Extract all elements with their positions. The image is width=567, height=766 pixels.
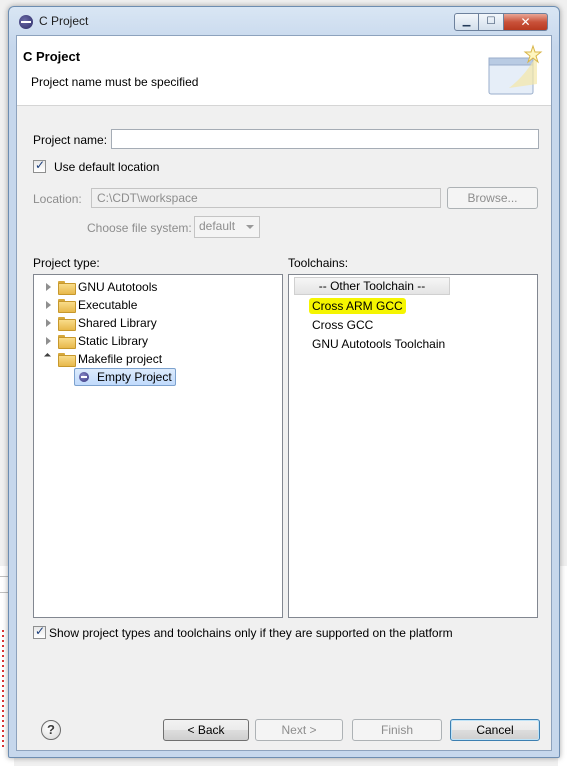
tree-item-makefile-project[interactable]: Makefile project [34, 350, 282, 368]
use-default-location-label: Use default location [54, 160, 160, 174]
eclipse-app-icon [19, 15, 33, 29]
tree-item-gnu-autotools[interactable]: GNU Autotools [34, 278, 282, 296]
maximize-button[interactable]: ☐ [479, 13, 504, 31]
show-supported-label: Show project types and toolchains only i… [49, 626, 453, 640]
show-supported-checkbox[interactable] [33, 624, 46, 639]
collapse-arrow-icon[interactable] [43, 352, 52, 361]
use-default-location-checkbox[interactable] [33, 158, 46, 173]
next-button[interactable]: Next > [255, 719, 343, 741]
dialog-client-area: C Project Project name must be specified… [16, 35, 552, 751]
project-name-input[interactable] [111, 129, 539, 149]
expand-arrow-icon[interactable] [46, 301, 51, 309]
tree-item-label: Shared Library [78, 316, 157, 330]
cancel-button[interactable]: Cancel [450, 719, 540, 741]
expand-arrow-icon[interactable] [46, 283, 51, 291]
expand-arrow-icon[interactable] [46, 319, 51, 327]
tree-item-static-library[interactable]: Static Library [34, 332, 282, 350]
folder-icon [58, 353, 76, 367]
project-type-label: Project type: [33, 256, 100, 270]
project-name-label: Project name: [33, 133, 108, 147]
choose-file-system-label: Choose file system: [87, 221, 192, 235]
tree-item-label: Executable [78, 298, 138, 312]
tree-item-label: GNU Autotools [78, 280, 158, 294]
toolchain-item-cross-arm-gcc[interactable]: Cross ARM GCC [309, 298, 406, 314]
file-system-value: default [199, 219, 236, 233]
tree-item-executable[interactable]: Executable [34, 296, 282, 314]
tree-item-label: Makefile project [78, 352, 163, 366]
minimize-button[interactable]: ▁ [454, 13, 479, 31]
back-button[interactable]: < Back [163, 719, 249, 741]
wizard-message: Project name must be specified [31, 75, 199, 89]
tree-item-empty-project[interactable]: Empty Project [34, 368, 282, 386]
toolchain-item-gnu-autotools[interactable]: GNU Autotools Toolchain [312, 337, 445, 351]
folder-icon [58, 281, 76, 295]
tree-item-label: Static Library [78, 334, 149, 348]
finish-button[interactable]: Finish [352, 719, 442, 741]
folder-icon [58, 335, 76, 349]
location-label: Location: [33, 192, 82, 206]
chevron-down-icon [246, 225, 254, 229]
expand-arrow-icon[interactable] [46, 337, 51, 345]
window-title: C Project [39, 14, 89, 28]
folder-icon [58, 299, 76, 313]
wizard-page-title: C Project [23, 49, 81, 64]
help-icon[interactable]: ? [41, 720, 61, 740]
browse-button[interactable]: Browse... [447, 187, 538, 209]
background-dotted-line [2, 630, 4, 750]
project-type-tree[interactable]: GNU Autotools Executable Shared Library … [33, 274, 283, 618]
folder-icon [58, 317, 76, 331]
wizard-header: C Project Project name must be specified [17, 36, 551, 106]
location-input[interactable]: C:\CDT\workspace [91, 188, 441, 208]
tree-item-shared-library[interactable]: Shared Library [34, 314, 282, 332]
c-project-dialog: C Project ▁ ☐ ✕ C Project Project name m… [8, 6, 560, 758]
toolchains-list[interactable]: -- Other Toolchain -- Cross ARM GCC Cros… [288, 274, 538, 618]
file-system-select[interactable]: default [194, 216, 260, 238]
tree-item-label: Empty Project [97, 370, 172, 384]
title-bar[interactable]: C Project ▁ ☐ ✕ [9, 7, 559, 35]
close-button[interactable]: ✕ [504, 13, 548, 31]
toolchains-label: Toolchains: [288, 256, 349, 270]
new-project-wizard-icon [488, 44, 543, 95]
c-project-icon [79, 372, 89, 382]
toolchain-item-cross-gcc[interactable]: Cross GCC [312, 318, 373, 332]
toolchain-group-header: -- Other Toolchain -- [294, 277, 450, 295]
